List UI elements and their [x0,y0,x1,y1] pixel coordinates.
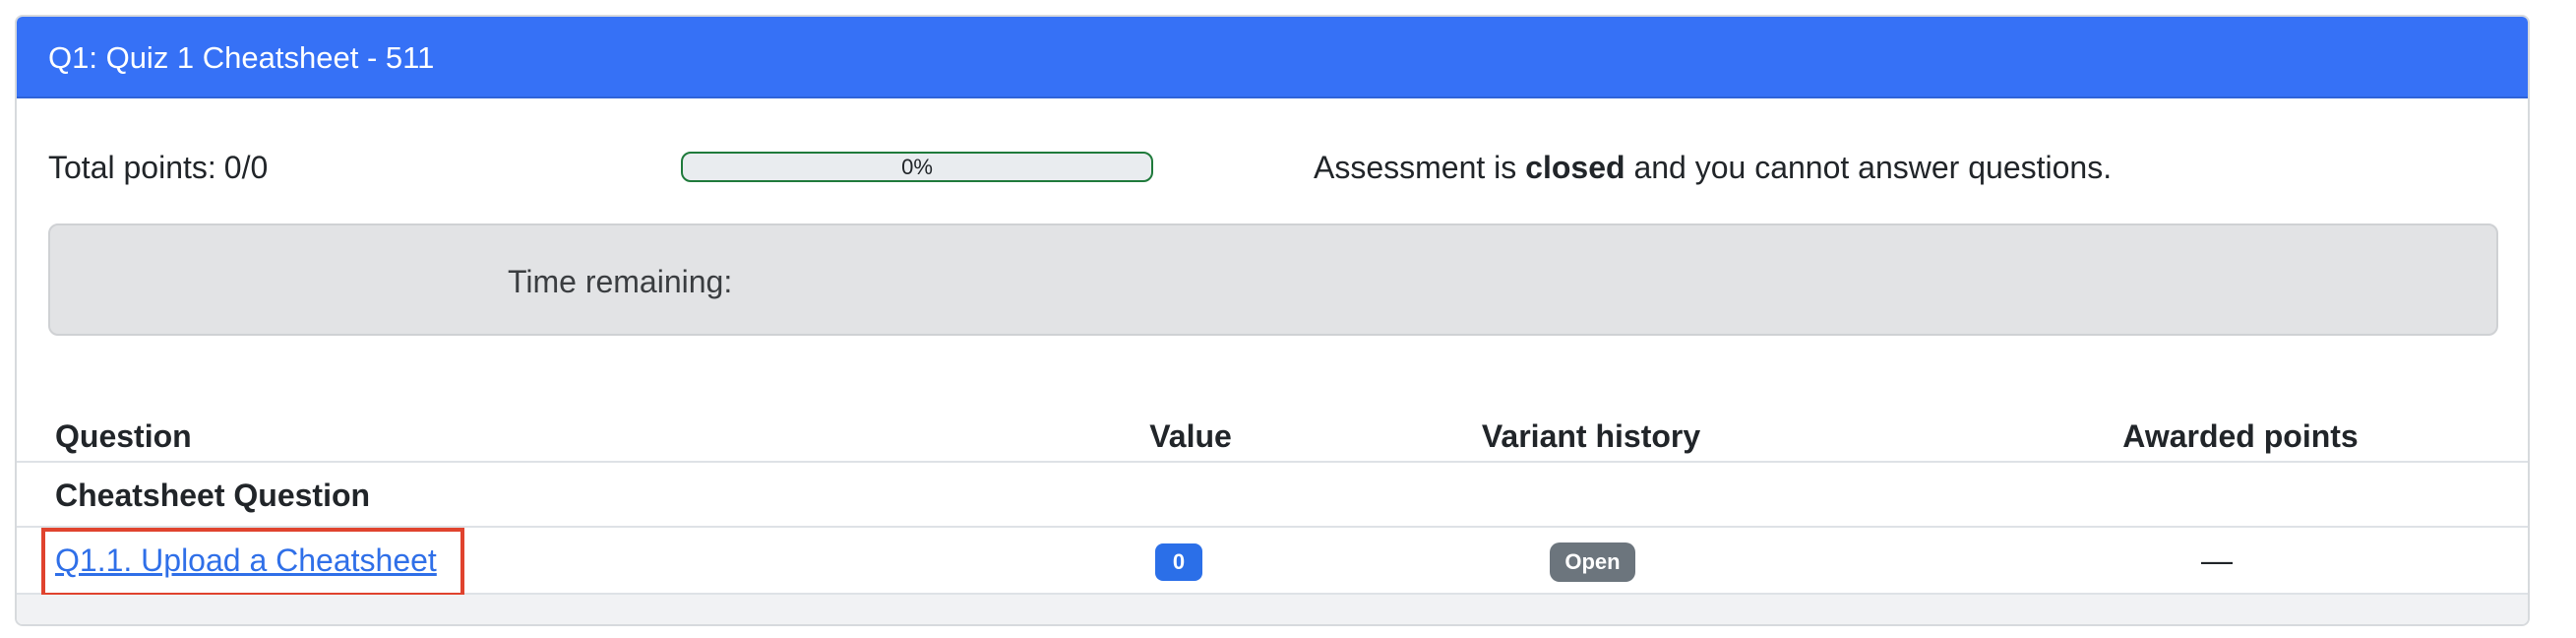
status-suffix: and you cannot answer questions. [1633,150,2113,185]
question-link[interactable]: Q1.1. Upload a Cheatsheet [55,541,437,580]
progress-bar: 0% [681,152,1153,182]
question-group-title: Cheatsheet Question [55,478,371,513]
table-row: Q1.1. Upload a Cheatsheet 0 Open — [17,528,2528,597]
awarded-points-value: — [2201,542,2233,578]
status-emphasis: closed [1525,150,1625,185]
table-footer [17,595,2528,624]
status-prefix: Assessment is [1314,150,1517,185]
total-points-value: 0/0 [223,150,269,185]
questions-table-header: Question Value Variant history Awarded p… [17,413,2528,463]
question-group-row: Cheatsheet Question [17,463,2528,528]
timer-panel: Time remaining: [48,223,2498,336]
column-value: Value [1149,418,1232,454]
column-awarded-points: Awarded points [2122,418,2359,454]
assessment-title: Q1: Quiz 1 Cheatsheet - 511 [17,17,2528,98]
time-remaining-label: Time remaining: [508,264,733,299]
value-badge: 0 [1155,543,1202,581]
progress-label: 0% [901,155,933,179]
total-points: Total points: 0/0 [48,148,268,187]
total-points-label: Total points: [48,150,216,185]
assessment-card: Q1: Quiz 1 Cheatsheet - 511 Total points… [15,15,2530,626]
assessment-summary: Total points: 0/0 0% Assessment is closed… [17,98,2528,217]
column-variant-history: Variant history [1481,418,1701,454]
variant-open-badge[interactable]: Open [1550,542,1635,582]
assessment-status: Assessment is closed and you cannot answ… [1314,148,2112,187]
column-question: Question [55,418,192,454]
